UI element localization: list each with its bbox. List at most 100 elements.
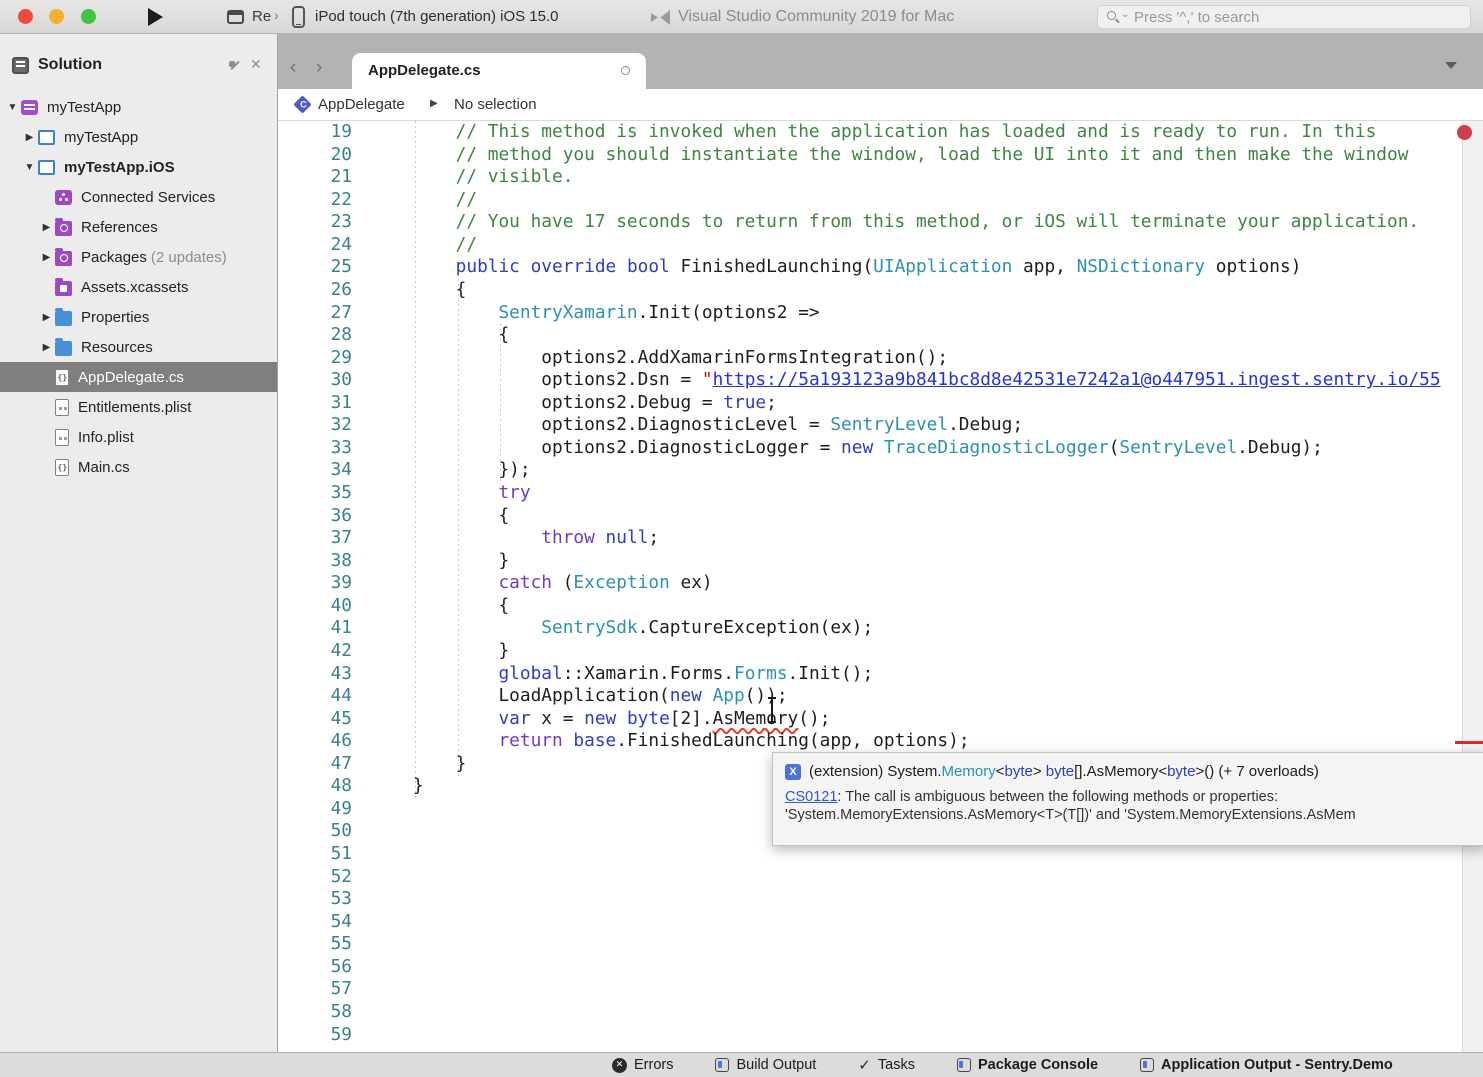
code-text[interactable]: } (370, 550, 509, 573)
bottom-pad-bar: Errors Build Output ✓Tasks Package Console A… (0, 1052, 1483, 1077)
tooltip-signature-token: >() (+ 7 overloads) (1195, 763, 1318, 780)
console-icon (957, 1058, 971, 1072)
line-number: 55 (278, 933, 352, 956)
code-line-51: 51 (278, 843, 1462, 866)
configuration-selector[interactable]: Re (252, 8, 271, 25)
code-text[interactable]: SentryXamarin.Init(options2 => (370, 302, 820, 325)
code-text[interactable]: options2.DiagnosticLevel = SentryLevel.D… (370, 414, 1023, 437)
navigate-forward-button[interactable]: › (316, 57, 322, 79)
sidebar-item-main-cs[interactable]: Main.cs (0, 452, 277, 482)
code-text[interactable]: return base.FinishedLaunching(app, optio… (370, 730, 970, 753)
code-token: .Init(options2 => (638, 302, 820, 323)
sidebar-item-mytestapp[interactable]: ▼myTestApp (0, 92, 277, 122)
disclosure-arrow-icon[interactable]: ▶ (38, 252, 55, 263)
code-text[interactable]: // (370, 234, 477, 257)
sidebar-item-connected-services[interactable]: Connected Services (0, 182, 277, 212)
bottombar-item-errors[interactable]: Errors (612, 1057, 673, 1073)
code-text[interactable]: catch (Exception ex) (370, 572, 713, 595)
code-text[interactable]: options2.AddXamarinFormsIntegration(); (370, 347, 948, 370)
code-text[interactable]: // (370, 189, 477, 212)
line-number: 54 (278, 911, 352, 934)
bottombar-item-application-output-sentry-demo[interactable]: Application Output - Sentry.Demo (1140, 1057, 1393, 1073)
minimize-window-button[interactable] (49, 9, 64, 24)
sidebar-item-packages[interactable]: ▶Packages(2 updates) (0, 242, 277, 272)
run-button[interactable] (148, 8, 163, 26)
line-number: 33 (278, 437, 352, 460)
code-text[interactable]: LoadApplication(new App()); (370, 685, 788, 708)
disclosure-arrow-icon[interactable]: ▶ (38, 222, 55, 233)
breadcrumb-class[interactable]: AppDelegate (318, 96, 405, 113)
disclosure-arrow-icon[interactable]: ▶ (38, 312, 55, 323)
code-text[interactable]: options2.DiagnosticLogger = new TraceDia… (370, 437, 1323, 460)
sidebar-item-resources[interactable]: ▶Resources (0, 332, 277, 362)
code-line-43: 43 global::Xamarin.Forms.Forms.Init(); (278, 663, 1462, 686)
code-line-46: 46 return base.FinishedLaunching(app, op… (278, 730, 1462, 753)
code-text[interactable]: } (370, 753, 466, 776)
sidebar-item-mytestapp-ios[interactable]: ▼myTestApp.iOS (0, 152, 277, 182)
sidebar-item-info-plist[interactable]: Info.plist (0, 422, 277, 452)
code-line-29: 29 options2.AddXamarinFormsIntegration()… (278, 347, 1462, 370)
bottombar-item-package-console[interactable]: Package Console (957, 1057, 1098, 1073)
editor-scrollbar[interactable] (1462, 121, 1483, 1052)
code-text[interactable]: SentrySdk.CaptureException(ex); (370, 617, 873, 640)
code-text[interactable]: }); (370, 459, 531, 482)
code-token (370, 482, 498, 503)
sidebar-item-entitlements-plist[interactable]: Entitlements.plist (0, 392, 277, 422)
error-code-link[interactable]: CS0121 (785, 789, 837, 805)
code-token: true (723, 392, 766, 413)
disclosure-arrow-icon[interactable]: ▼ (21, 162, 38, 173)
code-text[interactable]: } (370, 640, 509, 663)
search-input[interactable]: ⌄ Press '^,' to search (1097, 5, 1471, 29)
bottombar-item-label: Tasks (878, 1057, 915, 1073)
tooltip-signature-token: byte (1004, 763, 1032, 780)
device-selector[interactable]: iPod touch (7th generation) iOS 15.0 (315, 8, 559, 25)
code-text[interactable]: // method you should instantiate the win… (370, 144, 1408, 167)
code-line-31: 31 options2.Debug = true; (278, 392, 1462, 415)
code-text[interactable]: { (370, 324, 509, 347)
disclosure-arrow-icon[interactable]: ▼ (4, 102, 21, 113)
sidebar-item-appdelegate-cs[interactable]: AppDelegate.cs (0, 362, 277, 392)
code-text[interactable]: { (370, 505, 509, 528)
code-text[interactable]: } (370, 775, 424, 798)
code-text[interactable]: { (370, 595, 509, 618)
code-token: catch (498, 572, 552, 593)
sidebar-item-references[interactable]: ▶References (0, 212, 277, 242)
code-token: SentrySdk (541, 617, 637, 638)
close-window-button[interactable] (18, 9, 33, 24)
line-number: 44 (278, 685, 352, 708)
code-text[interactable]: global::Xamarin.Forms.Forms.Init(); (370, 663, 873, 686)
code-text[interactable]: { (370, 279, 466, 302)
pin-pad-icon[interactable] (228, 60, 242, 74)
disclosure-arrow-icon[interactable]: ▶ (38, 342, 55, 353)
code-token: null (606, 527, 649, 548)
sidebar-item-label: Entitlements.plist (78, 399, 191, 416)
code-text[interactable]: options2.Dsn = "https://5a193123a9b841bc… (370, 369, 1441, 392)
bottombar-item-tasks[interactable]: ✓Tasks (858, 1056, 915, 1074)
code-text[interactable]: options2.Debug = true; (370, 392, 777, 415)
tab-overflow-dropdown-icon[interactable] (1445, 62, 1457, 69)
zoom-window-button[interactable] (81, 9, 96, 24)
breadcrumb-selection[interactable]: No selection (454, 96, 537, 113)
sidebar-item-assets-xcassets[interactable]: Assets.xcassets (0, 272, 277, 302)
disclosure-arrow-icon[interactable]: ▶ (21, 132, 38, 143)
navigate-back-button[interactable]: ‹ (290, 57, 296, 79)
line-number: 52 (278, 866, 352, 889)
configuration-icon (227, 10, 244, 24)
code-editor[interactable]: 19 // This method is invoked when the ap… (278, 121, 1462, 1052)
code-text[interactable]: // You have 17 seconds to return from th… (370, 211, 1419, 234)
bottombar-item-label: Package Console (978, 1057, 1098, 1073)
code-text[interactable]: var x = new byte[2].AsMemory(); (370, 708, 830, 731)
code-line-26: 26 { (278, 279, 1462, 302)
bottombar-item-build-output[interactable]: Build Output (715, 1057, 816, 1073)
code-text[interactable]: try (370, 482, 531, 505)
code-text[interactable]: // visible. (370, 166, 573, 189)
sidebar-item-mytestapp[interactable]: ▶myTestApp (0, 122, 277, 152)
code-text[interactable]: public override bool FinishedLaunching(U… (370, 256, 1301, 279)
code-text[interactable]: throw null; (370, 527, 659, 550)
line-number: 38 (278, 550, 352, 573)
code-line-25: 25 public override bool FinishedLaunchin… (278, 256, 1462, 279)
code-text[interactable]: // This method is invoked when the appli… (370, 121, 1376, 144)
close-pad-icon[interactable]: ✕ (250, 56, 262, 73)
tab-appdelegate[interactable]: AppDelegate.cs (352, 53, 646, 89)
sidebar-item-properties[interactable]: ▶Properties (0, 302, 277, 332)
